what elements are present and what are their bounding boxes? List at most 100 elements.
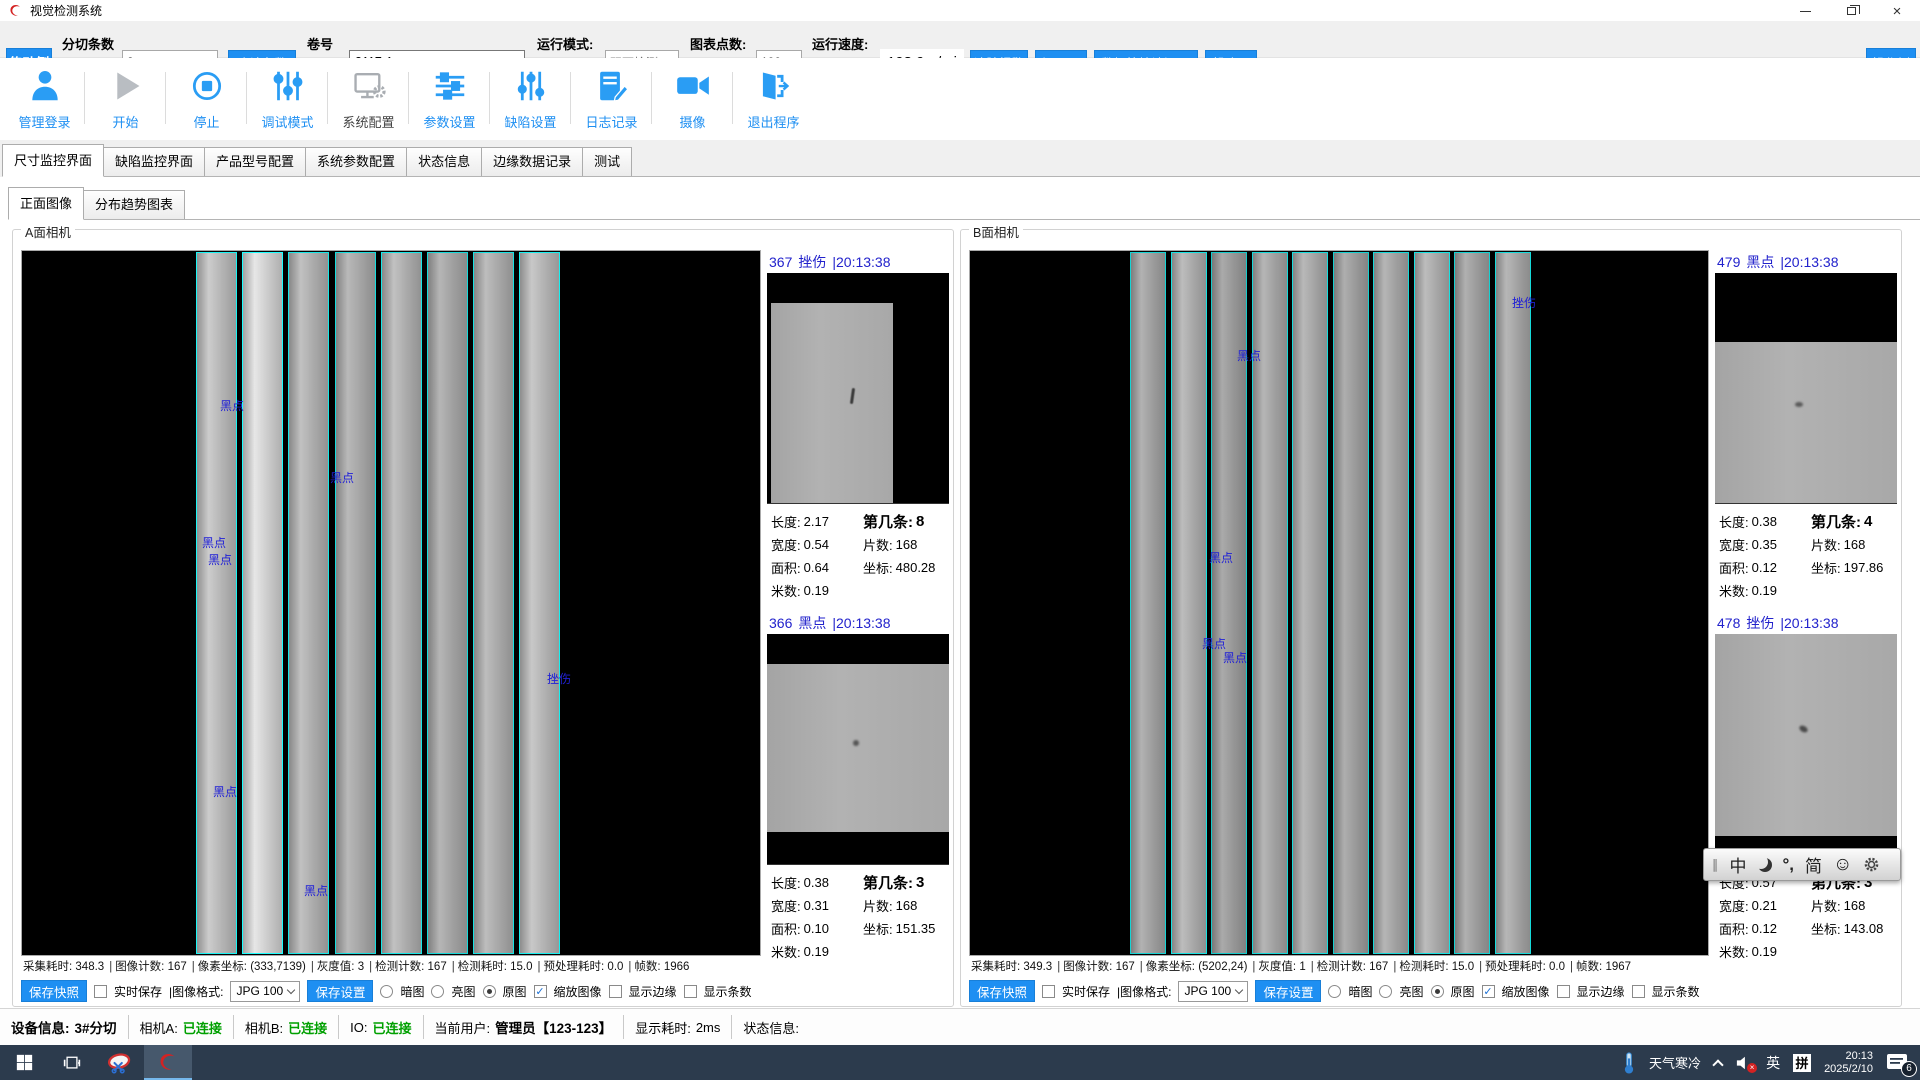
stat-value: 0.12	[1752, 921, 1777, 936]
realtime-save-checkbox[interactable]	[94, 985, 107, 998]
app-taskbar-button[interactable]	[144, 1045, 192, 1080]
minimize-icon	[1800, 11, 1811, 12]
language-indicator[interactable]: 英	[1766, 1053, 1780, 1073]
minimize-button[interactable]	[1782, 0, 1828, 22]
radio-1[interactable]	[431, 985, 444, 998]
show-hidden-icons-chevron[interactable]	[1712, 1059, 1723, 1070]
ime-simplified[interactable]: 简	[1805, 852, 1822, 877]
radio-label: 亮图	[451, 983, 475, 1000]
toolbar-item-admin-login[interactable]: 管理登录	[4, 58, 85, 140]
stat-label: 坐标:	[1811, 919, 1841, 938]
material-strip	[288, 252, 329, 954]
stat-value: 151.35	[896, 921, 936, 936]
action-icon-bar: 管理登录开始停止调试模式系统配置参数设置缺陷设置日志记录摄像退出程序	[0, 58, 1920, 140]
checkbox-2[interactable]	[684, 985, 697, 998]
ime-drag-handle[interactable]: ∥	[1712, 857, 1719, 873]
image-format-select[interactable]: JPG 100	[230, 981, 300, 1002]
save-settings-button[interactable]: 保存设置	[307, 980, 373, 1002]
stat-label: 宽度:	[1719, 535, 1749, 554]
checkbox-2[interactable]	[1632, 985, 1645, 998]
stat-value: 197.86	[1844, 560, 1884, 575]
material-region	[771, 303, 893, 503]
info-value: 167	[1369, 961, 1388, 973]
tab-main-5[interactable]: 边缘数据记录	[481, 147, 583, 176]
info-label: 灰度值:	[1258, 961, 1296, 973]
toolbar-item-log-record[interactable]: 日志记录	[571, 58, 652, 140]
camera-b-image: 挫伤黑点黑点黑点黑点	[969, 250, 1709, 956]
toolbar-item-camera[interactable]: 摄像	[652, 58, 733, 140]
separator: |	[1479, 961, 1482, 973]
camera-b-group: B面相机 挫伤黑点黑点黑点黑点 479黑点|20:13:38长度:0.38宽度:…	[960, 229, 1902, 1007]
start-button[interactable]	[0, 1045, 48, 1080]
toolbar-item-param-settings[interactable]: 参数设置	[409, 58, 490, 140]
defect-card-479: 479黑点|20:13:38长度:0.38宽度:0.35面积:0.12米数:0.…	[1715, 251, 1897, 602]
camera-a-status: 相机A:已连接	[129, 1015, 234, 1039]
info-field: |灰度值: 3	[310, 961, 364, 973]
radio-0[interactable]	[380, 985, 393, 998]
connected-badge: 已连接	[373, 1018, 412, 1037]
save-settings-button[interactable]: 保存设置	[1255, 980, 1321, 1002]
toolbar-item-debug-mode[interactable]: 调试模式	[247, 58, 328, 140]
radio-2[interactable]	[1431, 985, 1444, 998]
smiley-icon[interactable]: ☺	[1833, 854, 1852, 876]
ime-indicator[interactable]: 拼	[1793, 1054, 1811, 1072]
checkbox-1[interactable]	[609, 985, 622, 998]
gear-icon[interactable]	[1863, 856, 1880, 873]
checkbox-1[interactable]	[1557, 985, 1570, 998]
radio-1[interactable]	[1379, 985, 1392, 998]
tab-sub-0[interactable]: 正面图像	[8, 187, 84, 220]
radio-2[interactable]	[483, 985, 496, 998]
tab-main-6[interactable]: 测试	[582, 147, 632, 176]
task-view-button[interactable]	[48, 1045, 96, 1080]
ime-punctuation[interactable]: °,	[1783, 855, 1795, 875]
close-button[interactable]: ×	[1874, 0, 1920, 22]
window-title: 视觉检测系统	[30, 2, 102, 19]
restore-button[interactable]	[1828, 0, 1874, 22]
radio-0[interactable]	[1328, 985, 1341, 998]
checkbox-0[interactable]	[1482, 985, 1495, 998]
tab-main-1[interactable]: 缺陷监控界面	[103, 147, 205, 176]
moon-icon[interactable]	[1758, 858, 1772, 872]
tab-main-2[interactable]: 产品型号配置	[204, 147, 306, 176]
clock[interactable]: 20:13 2025/2/10	[1824, 1050, 1873, 1076]
stat-value: 0.19	[804, 944, 829, 959]
tab-main-0[interactable]: 尺寸监控界面	[2, 144, 104, 177]
defect-overlay-label: 黑点	[1237, 347, 1261, 364]
defect-card-367: 367挫伤|20:13:38长度:2.17宽度:0.54面积:0.64米数:0.…	[767, 251, 949, 602]
toolbar-item-stop[interactable]: 停止	[166, 58, 247, 140]
separator: |	[192, 961, 195, 973]
camera-a-defect-cards: 367挫伤|20:13:38长度:2.17宽度:0.54面积:0.64米数:0.…	[767, 251, 949, 973]
info-label: 图像计数:	[115, 961, 164, 973]
tab-main-4[interactable]: 状态信息	[406, 147, 482, 176]
defect-overlay-label: 挫伤	[547, 670, 571, 687]
defect-settings-icon	[512, 67, 550, 108]
info-label: 像素坐标:	[1146, 961, 1195, 973]
ime-mode-chinese[interactable]: 中	[1730, 852, 1747, 877]
toolbar-item-start[interactable]: 开始	[85, 58, 166, 140]
toolbar-item-system-config[interactable]: 系统配置	[328, 58, 409, 140]
strip-count-label: 分切条数	[62, 34, 114, 53]
toolbar-item-defect-settings[interactable]: 缺陷设置	[490, 58, 571, 140]
save-snapshot-button[interactable]: 保存快照	[21, 980, 87, 1002]
save-snapshot-button[interactable]: 保存快照	[969, 980, 1035, 1002]
defect-mark	[853, 740, 859, 746]
realtime-save-checkbox[interactable]	[1042, 985, 1055, 998]
ime-toolbar[interactable]: ∥ 中 °, 简 ☺	[1703, 848, 1901, 881]
info-field: |图像计数: 167	[1056, 961, 1135, 973]
image-format-select[interactable]: JPG 100	[1178, 981, 1248, 1002]
tab-main-3[interactable]: 系统参数配置	[305, 147, 407, 176]
info-field: |灰度值: 1	[1251, 961, 1305, 973]
notification-center-button[interactable]: 6	[1886, 1053, 1910, 1073]
weather-status[interactable]: 天气寒冷	[1649, 1053, 1701, 1072]
stat-value: 0.12	[1752, 560, 1777, 575]
snipping-tool-button[interactable]	[96, 1045, 144, 1080]
material-strip	[381, 252, 422, 954]
info-label: 预处理耗时:	[1485, 961, 1546, 973]
volume-muted-icon[interactable]: ×	[1735, 1055, 1753, 1071]
material-strip	[335, 252, 376, 954]
tab-sub-1[interactable]: 分布趋势图表	[83, 190, 185, 219]
checkbox-0[interactable]	[534, 985, 547, 998]
stat-value: 4	[1864, 513, 1872, 530]
toolbar-item-exit-program[interactable]: 退出程序	[733, 58, 814, 140]
checkbox-label: 缩放图像	[554, 983, 602, 1000]
